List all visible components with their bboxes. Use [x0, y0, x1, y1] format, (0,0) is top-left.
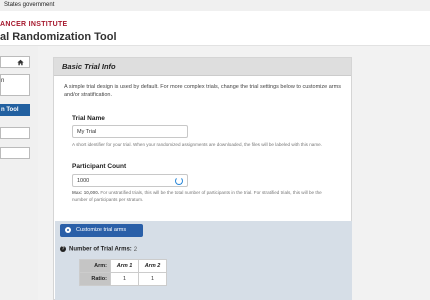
participant-count-label: Participant Count — [72, 163, 127, 170]
trial-name-input[interactable]: My Trial — [72, 125, 188, 138]
customize-button-label: Customize trial arms — [76, 227, 127, 233]
participant-count-help: Max: 10,000. For unstratified trials, th… — [72, 189, 322, 203]
sidebar-item-tool[interactable]: n Tool — [0, 104, 30, 116]
arm-2-ratio: 1 — [138, 272, 167, 286]
arms-table: Arm: Arm 1 Arm 2 Ratio: 1 1 — [79, 259, 167, 286]
trial-name-help: A short identifier for your trial. When … — [72, 142, 322, 147]
sidebar: n n Tool — [0, 46, 30, 300]
number-of-arms: ? Number of Trial Arms: 2 — [60, 246, 137, 253]
sidebar-item-2[interactable]: n — [0, 74, 30, 96]
sidebar-item-label: n Tool — [1, 107, 19, 113]
loading-spinner-icon — [175, 177, 183, 185]
trial-arms-panel: Customize trial arms ? Number of Trial Ar… — [55, 221, 352, 300]
gear-icon — [65, 227, 71, 233]
num-arms-value: 2 — [133, 246, 138, 253]
intro-text: A simple trial design is used by default… — [64, 84, 341, 98]
num-arms-label: Number of Trial Arms: — [69, 246, 132, 253]
arm-1-ratio: 1 — [110, 272, 139, 286]
participant-count-help-text: For unstratified trials, this will be th… — [72, 190, 322, 202]
participant-count-max: Max: 10,000. — [72, 190, 100, 195]
sidebar-item-home[interactable] — [0, 56, 30, 68]
arm-row-header: Arm: — [79, 259, 111, 273]
trial-name-label: Trial Name — [72, 115, 105, 122]
card-header: Basic Trial Info — [54, 58, 351, 76]
card-title: Basic Trial Info — [62, 62, 116, 71]
table-row: Ratio: 1 1 — [79, 272, 167, 286]
basic-trial-info-card: Basic Trial Info A simple trial design i… — [53, 57, 352, 300]
institute-name: ANCER INSTITUTE — [0, 21, 68, 28]
customize-trial-arms-button[interactable]: Customize trial arms — [60, 224, 143, 237]
site-header: ANCER INSTITUTE al Randomization Tool — [0, 11, 430, 46]
sidebar-item-4[interactable] — [0, 127, 30, 139]
table-row: Arm: Arm 1 Arm 2 — [79, 259, 167, 273]
app-title[interactable]: al Randomization Tool — [0, 31, 117, 43]
trial-name-value: My Trial — [77, 129, 97, 135]
sidebar-item-label: n — [1, 78, 5, 84]
arm-2-header: Arm 2 — [138, 259, 167, 273]
participant-count-input[interactable]: 1000 — [72, 174, 188, 187]
ratio-row-header: Ratio: — [79, 272, 111, 286]
arm-1-header: Arm 1 — [110, 259, 139, 273]
home-icon — [17, 59, 24, 66]
participant-count-value: 1000 — [77, 178, 90, 184]
help-icon[interactable]: ? — [60, 246, 66, 252]
sidebar-item-5[interactable] — [0, 147, 30, 159]
gov-banner: States government — [0, 0, 430, 11]
